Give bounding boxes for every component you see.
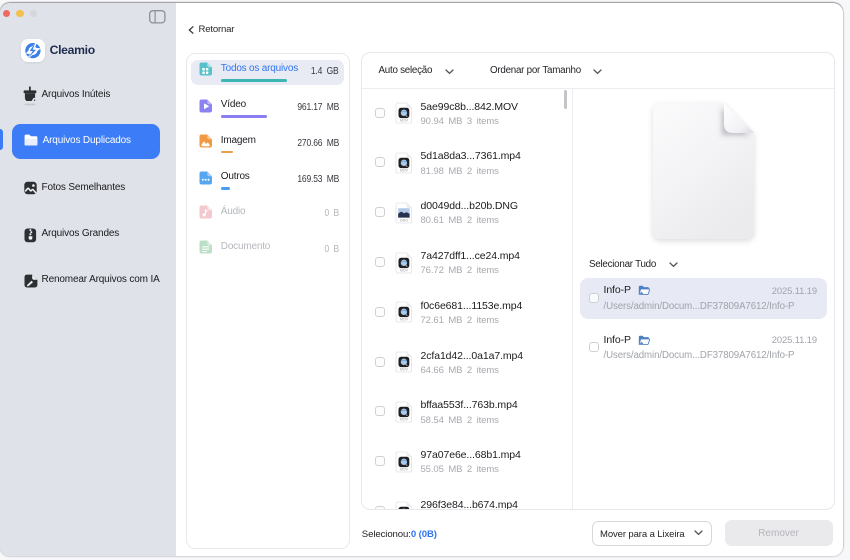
svg-text:DNG: DNG [400, 218, 408, 222]
svg-text:MOV: MOV [400, 119, 409, 123]
svg-text:MOV: MOV [400, 467, 409, 471]
svg-text:MOV: MOV [400, 169, 409, 173]
svg-text:MOV: MOV [400, 268, 409, 272]
svg-text:MOV: MOV [400, 368, 409, 372]
svg-text:MOV: MOV [400, 418, 409, 422]
svg-text:MOV: MOV [400, 318, 409, 322]
